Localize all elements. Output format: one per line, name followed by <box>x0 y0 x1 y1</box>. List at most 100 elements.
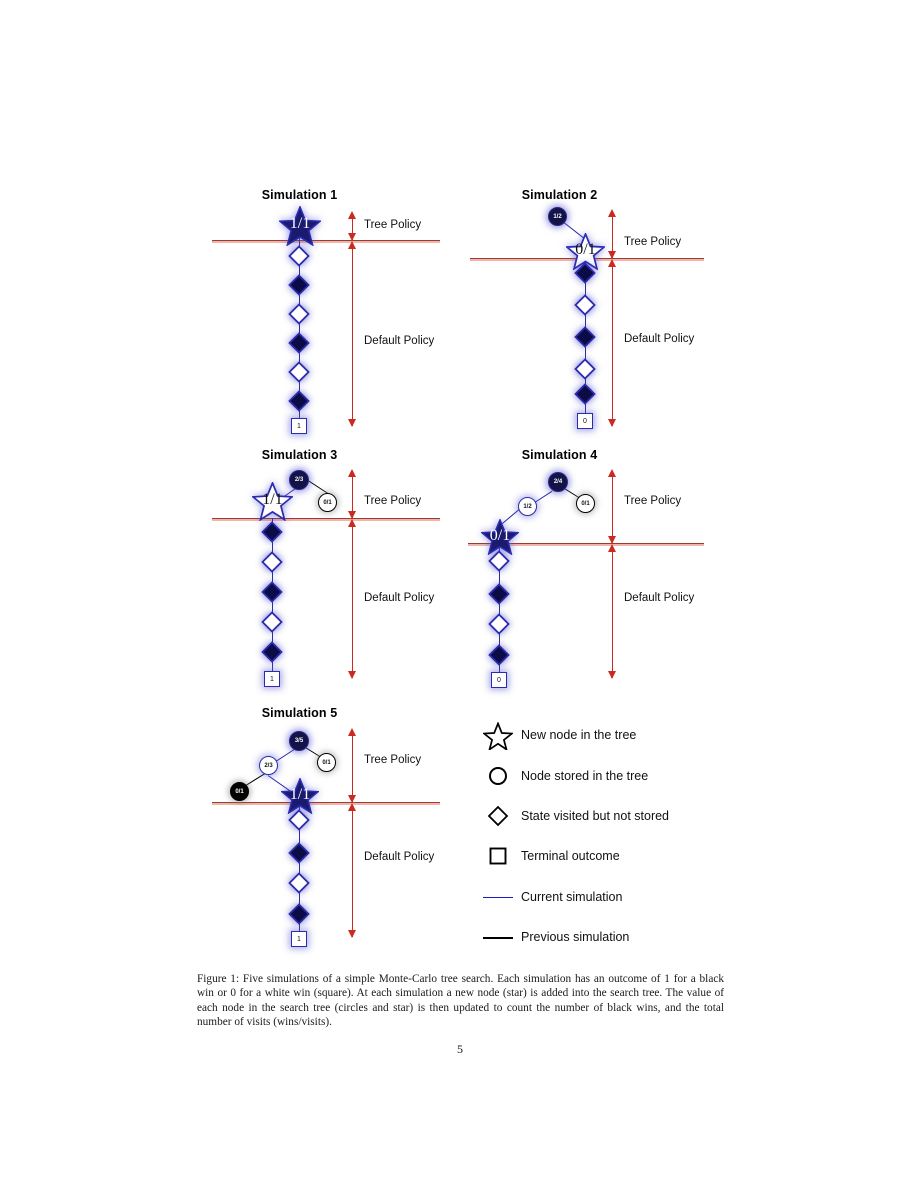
tree-policy-arrow-bar <box>612 476 613 543</box>
tree-node-circle: 0/1 <box>317 753 336 772</box>
default-policy-label: Default Policy <box>364 335 435 347</box>
node-label: 0/1 <box>581 500 590 507</box>
visited-state-diamond <box>574 358 596 380</box>
node-label: 3/5 <box>294 738 304 744</box>
tree-node-circle: 1/2 <box>518 497 537 516</box>
terminal-outcome-square: 1 <box>291 931 307 947</box>
arrow-up-icon <box>347 519 356 527</box>
node-label: 2/4 <box>553 479 563 485</box>
visited-state-diamond <box>261 641 283 663</box>
policy-separator-line <box>212 802 440 805</box>
node-label: 0/1 <box>322 759 331 766</box>
visited-state-diamond <box>488 550 510 572</box>
node-label: 1/1 <box>262 490 283 508</box>
blue-line-icon <box>483 884 513 910</box>
tree-node-circle: 0/1 <box>576 494 595 513</box>
terminal-label: 0 <box>583 417 587 425</box>
tree-node-circle: 0/1 <box>230 782 249 801</box>
visited-state-diamond <box>574 294 596 316</box>
legend-item: Terminal outcome <box>483 843 620 869</box>
terminal-label: 0 <box>497 676 501 684</box>
arrow-down-icon <box>347 795 356 803</box>
legend-item: Current simulation <box>483 884 622 910</box>
visited-state-diamond <box>288 245 310 267</box>
arrow-down-icon <box>347 511 356 519</box>
legend-label: Terminal outcome <box>521 849 620 863</box>
default-policy-label: Default Policy <box>624 592 695 604</box>
square-outline-icon <box>483 843 513 869</box>
visited-state-diamond <box>574 383 596 405</box>
simulation-title: Simulation 4 <box>521 448 598 462</box>
default-policy-arrow-bar <box>352 810 353 937</box>
terminal-outcome-square: 0 <box>491 672 507 688</box>
arrow-down-icon <box>347 671 356 679</box>
legend-label: State visited but not stored <box>521 809 670 823</box>
terminal-label: 1 <box>297 422 301 430</box>
visited-state-diamond <box>261 581 283 603</box>
policy-separator-line <box>212 240 440 243</box>
node-label: 0/1 <box>323 499 332 506</box>
figure-caption: Figure 1: Five simulations of a simple M… <box>197 973 724 1028</box>
arrow-up-icon <box>607 469 616 477</box>
arrow-down-icon <box>347 233 356 241</box>
visited-state-diamond <box>288 274 310 296</box>
node-label: 2/3 <box>264 762 273 769</box>
node-label: 1/1 <box>289 215 311 233</box>
arrow-up-icon <box>607 259 616 267</box>
visited-state-diamond <box>288 872 310 894</box>
simulation-title: Simulation 5 <box>261 706 338 720</box>
visited-state-diamond <box>574 326 596 348</box>
visited-state-diamond <box>261 551 283 573</box>
visited-state-diamond <box>488 644 510 666</box>
arrow-down-icon <box>347 419 356 427</box>
tree-node-circle: 3/5 <box>289 731 309 751</box>
node-label: 1/2 <box>523 503 532 510</box>
node-label: 0/1 <box>235 788 244 795</box>
figure-page: Simulation 1 Tree Policy Default Policy … <box>0 0 920 1191</box>
arrow-up-icon <box>347 469 356 477</box>
tree-node-circle: 1/2 <box>548 207 567 226</box>
node-label: 1/2 <box>553 213 562 220</box>
visited-state-diamond <box>288 390 310 412</box>
tree-node-circle: 2/3 <box>259 756 278 775</box>
tree-policy-arrow-bar <box>352 735 353 802</box>
legend-item: New node in the tree <box>483 722 636 750</box>
arrow-up-icon <box>347 728 356 736</box>
arrow-down-icon <box>607 671 616 679</box>
new-node-star: 1/1 <box>252 482 293 521</box>
legend-label: Node stored in the tree <box>521 769 649 783</box>
visited-state-diamond <box>288 303 310 325</box>
default-policy-arrow-bar <box>352 248 353 426</box>
arrow-down-icon <box>607 536 616 544</box>
arrow-up-icon <box>347 211 356 219</box>
node-label: 0/1 <box>575 241 596 259</box>
visited-state-diamond <box>288 332 310 354</box>
default-policy-arrow-bar <box>612 266 613 426</box>
visited-state-diamond <box>261 521 283 543</box>
visited-state-diamond <box>488 583 510 605</box>
tree-policy-label: Tree Policy <box>364 219 422 231</box>
default-policy-arrow-bar <box>612 551 613 678</box>
arrow-up-icon <box>607 209 616 217</box>
page-number: 5 <box>457 1042 463 1056</box>
black-line-icon <box>483 924 513 950</box>
terminal-outcome-square: 1 <box>291 418 307 434</box>
legend-item: State visited but not stored <box>483 803 669 829</box>
node-label: 1/1 <box>289 785 311 803</box>
default-policy-label: Default Policy <box>364 851 435 863</box>
visited-state-diamond <box>288 361 310 383</box>
visited-state-diamond <box>288 903 310 925</box>
diamond-outline-icon <box>483 803 513 829</box>
policy-separator-line <box>212 518 440 521</box>
default-policy-label: Default Policy <box>624 333 695 345</box>
arrow-up-icon <box>607 544 616 552</box>
visited-state-diamond <box>574 262 596 284</box>
tree-policy-label: Tree Policy <box>624 236 682 248</box>
legend-label: Current simulation <box>521 890 623 904</box>
arrow-up-icon <box>347 803 356 811</box>
terminal-outcome-square: 1 <box>264 671 280 687</box>
tree-policy-label: Tree Policy <box>364 495 422 507</box>
arrow-down-icon <box>347 930 356 938</box>
tree-policy-label: Tree Policy <box>624 495 682 507</box>
simulation-title: Simulation 1 <box>261 188 338 202</box>
